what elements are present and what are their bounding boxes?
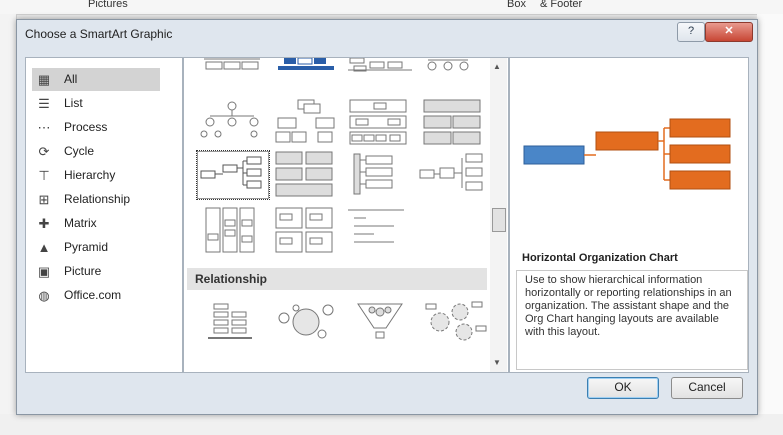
cycle-icon: ⟳: [38, 144, 50, 159]
globe-icon: ◍: [38, 288, 50, 303]
layout-thumbnail[interactable]: [344, 206, 416, 254]
layout-thumbnail[interactable]: [270, 298, 342, 346]
all-icon: ▦: [37, 72, 51, 87]
close-button[interactable]: ✕: [705, 22, 753, 42]
scroll-down-icon[interactable]: ▼: [493, 358, 501, 367]
ribbon-box-label: Box: [507, 0, 526, 10]
category-list: ▦ All ☰ List ⋯ Process ⟳ Cycle ⊤ Hierarc…: [25, 57, 183, 373]
section-header-relationship: Relationship: [187, 268, 487, 290]
background-right-strip: [757, 14, 783, 435]
category-label: Picture: [64, 264, 102, 278]
scroll-up-icon[interactable]: ▲: [493, 62, 501, 71]
layout-thumbnail[interactable]: [196, 298, 268, 346]
dialog-title: Choose a SmartArt Graphic: [25, 27, 173, 41]
ok-button[interactable]: OK: [587, 377, 659, 399]
layout-thumbnail[interactable]: [270, 150, 342, 198]
category-all[interactable]: ▦ All: [32, 68, 160, 91]
background-left-strip: [0, 14, 17, 435]
cancel-button[interactable]: Cancel: [671, 377, 743, 399]
category-hierarchy[interactable]: ⊤ Hierarchy: [32, 164, 160, 187]
list-icon: ☰: [38, 96, 50, 111]
title-bar: Choose a SmartArt Graphic ? ✕: [17, 20, 757, 48]
category-relationship[interactable]: ⊞ Relationship: [32, 188, 160, 211]
smartart-dialog: Choose a SmartArt Graphic ? ✕ ▦ All ☰ Li…: [16, 19, 758, 415]
layout-thumbnail[interactable]: [418, 150, 490, 198]
category-label: List: [64, 96, 83, 110]
category-label: All: [64, 72, 78, 86]
process-icon: ⋯: [37, 120, 51, 135]
preview-panel: Horizontal Organization Chart Use to sho…: [509, 57, 749, 373]
layout-thumbnail[interactable]: [270, 206, 342, 254]
layout-thumbnail[interactable]: [196, 206, 268, 254]
layout-thumbnail[interactable]: [344, 298, 416, 346]
category-label: Process: [64, 120, 108, 134]
gallery-scrollbar[interactable]: ▲ ▼: [490, 58, 507, 372]
category-process[interactable]: ⋯ Process: [32, 116, 160, 139]
section-title: Relationship: [195, 272, 268, 286]
layout-thumbnail[interactable]: [196, 98, 268, 146]
category-label: Pyramid: [64, 240, 109, 254]
preview-diagram: [523, 118, 731, 190]
pyramid-icon: ▲: [37, 240, 51, 255]
layout-thumbnail-horizontal-org-chart[interactable]: [196, 150, 270, 200]
category-label: Cycle: [64, 144, 95, 158]
preview-title: Horizontal Organization Chart: [522, 252, 678, 264]
category-label: Hierarchy: [64, 168, 116, 182]
relationship-icon: ⊞: [38, 192, 50, 207]
hierarchy-icon: ⊤: [38, 168, 50, 183]
layout-thumbnail[interactable]: [270, 98, 342, 146]
category-pyramid[interactable]: ▲ Pyramid: [32, 236, 160, 259]
category-office-com[interactable]: ◍ Office.com: [32, 284, 160, 307]
preview-description: Use to show hierarchical information hor…: [516, 270, 748, 370]
ribbon-pictures-label: Pictures: [88, 0, 128, 10]
category-cycle[interactable]: ⟳ Cycle: [32, 140, 160, 163]
category-label: Matrix: [64, 216, 97, 230]
category-label: Relationship: [64, 192, 131, 206]
layout-thumbnail[interactable]: [418, 98, 490, 146]
matrix-icon: ✚: [38, 216, 50, 231]
category-label: Office.com: [64, 288, 122, 302]
category-list-item[interactable]: ☰ List: [32, 92, 160, 115]
ribbon-footer-label: & Footer: [540, 0, 583, 10]
category-picture[interactable]: ▣ Picture: [32, 260, 160, 283]
background-bottom-strip: [0, 414, 783, 435]
scrollbar-thumb[interactable]: [492, 208, 506, 232]
layout-thumbnail[interactable]: [344, 98, 416, 146]
layout-thumbnail[interactable]: [344, 150, 416, 198]
category-matrix[interactable]: ✚ Matrix: [32, 212, 160, 235]
layout-gallery: Relationship ▲ ▼: [183, 57, 509, 373]
help-button[interactable]: ?: [677, 22, 705, 42]
layout-thumbnail[interactable]: [418, 298, 490, 346]
picture-icon: ▣: [37, 264, 51, 279]
background-ribbon: Pictures Box & Footer: [0, 0, 783, 15]
